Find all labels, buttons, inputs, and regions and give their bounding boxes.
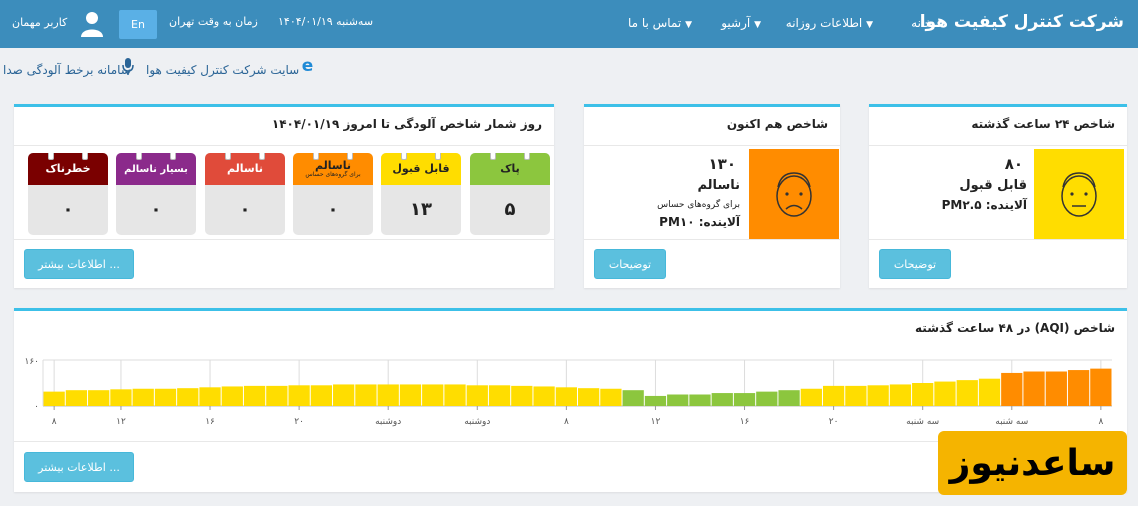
chart-bar: [199, 387, 221, 406]
chart-bar: [578, 388, 600, 406]
chart-bar: [667, 394, 689, 406]
chart-bar: [88, 390, 110, 406]
x-tick-label: ۲۰: [294, 417, 304, 427]
chart-bar: [1023, 371, 1045, 406]
chart-bar: [65, 390, 88, 406]
chart-bar: [845, 385, 867, 406]
chart-bar: [422, 384, 444, 406]
chart-bar: [177, 388, 199, 406]
chart-bar: [867, 385, 889, 406]
x-tick-label: دوشنبه: [375, 417, 401, 427]
chart-bar: [399, 384, 422, 406]
chart-bar: [444, 384, 466, 406]
chart-bar: [756, 391, 778, 406]
chart-bar: [711, 393, 733, 406]
chart-bar: [733, 393, 756, 406]
x-tick-label: ۱۶: [205, 417, 215, 427]
chart-bar: [333, 384, 355, 406]
chart-bar: [600, 388, 622, 406]
chart-bar: [1067, 370, 1090, 406]
chart-bar: [511, 385, 533, 406]
chart-bar: [644, 395, 667, 406]
x-tick-label: سه شنبه: [995, 417, 1028, 427]
chart-bar: [288, 385, 310, 406]
chart-bar: [822, 385, 845, 406]
chart-bar: [1001, 372, 1023, 406]
chart-bar: [266, 385, 288, 406]
x-tick-label: ۸: [1098, 417, 1103, 427]
chart-bar: [778, 390, 800, 406]
chart-bar: [800, 388, 822, 406]
chart-bar: [978, 378, 1001, 406]
chart-bar: [154, 388, 177, 406]
chart-bar: [956, 380, 978, 406]
chart-bars: [43, 368, 1112, 406]
x-tick-label: ۱۶: [740, 417, 750, 427]
x-tick-label: ۸: [564, 417, 569, 427]
chart-bar: [1090, 368, 1112, 406]
x-tick-label: ۱۲: [651, 417, 661, 427]
chart-bar: [934, 381, 956, 406]
chart-bar: [43, 391, 65, 406]
chart-bar: [533, 386, 555, 406]
x-tick-label: ۸: [52, 417, 57, 427]
chart-bar: [132, 388, 154, 406]
chart-bar: [689, 394, 711, 406]
chart-bar: [355, 384, 377, 406]
y-tick-label: ۰: [34, 402, 39, 412]
chart-bar: [377, 384, 399, 406]
chart-bar: [466, 385, 488, 406]
chart-bar: [889, 384, 912, 406]
y-tick-label: ۱۶۰: [24, 357, 39, 367]
chart-bar: [1045, 371, 1067, 406]
chart-bar: [555, 387, 577, 406]
x-tick-label: سه شنبه: [906, 417, 939, 427]
chart-bar: [110, 389, 132, 406]
watermark-logo: ساعدنیوز: [938, 431, 1127, 495]
chart-bar: [243, 385, 266, 406]
chart-bar: [310, 385, 333, 406]
x-tick-label: ۲۰: [829, 417, 839, 427]
x-tick-label: ۱۲: [116, 417, 126, 427]
chart-bar: [622, 390, 644, 406]
chart-bar: [488, 385, 511, 406]
x-tick-label: دوشنبه: [464, 417, 490, 427]
chart-bar: [221, 386, 243, 406]
chart-bar: [912, 383, 934, 406]
